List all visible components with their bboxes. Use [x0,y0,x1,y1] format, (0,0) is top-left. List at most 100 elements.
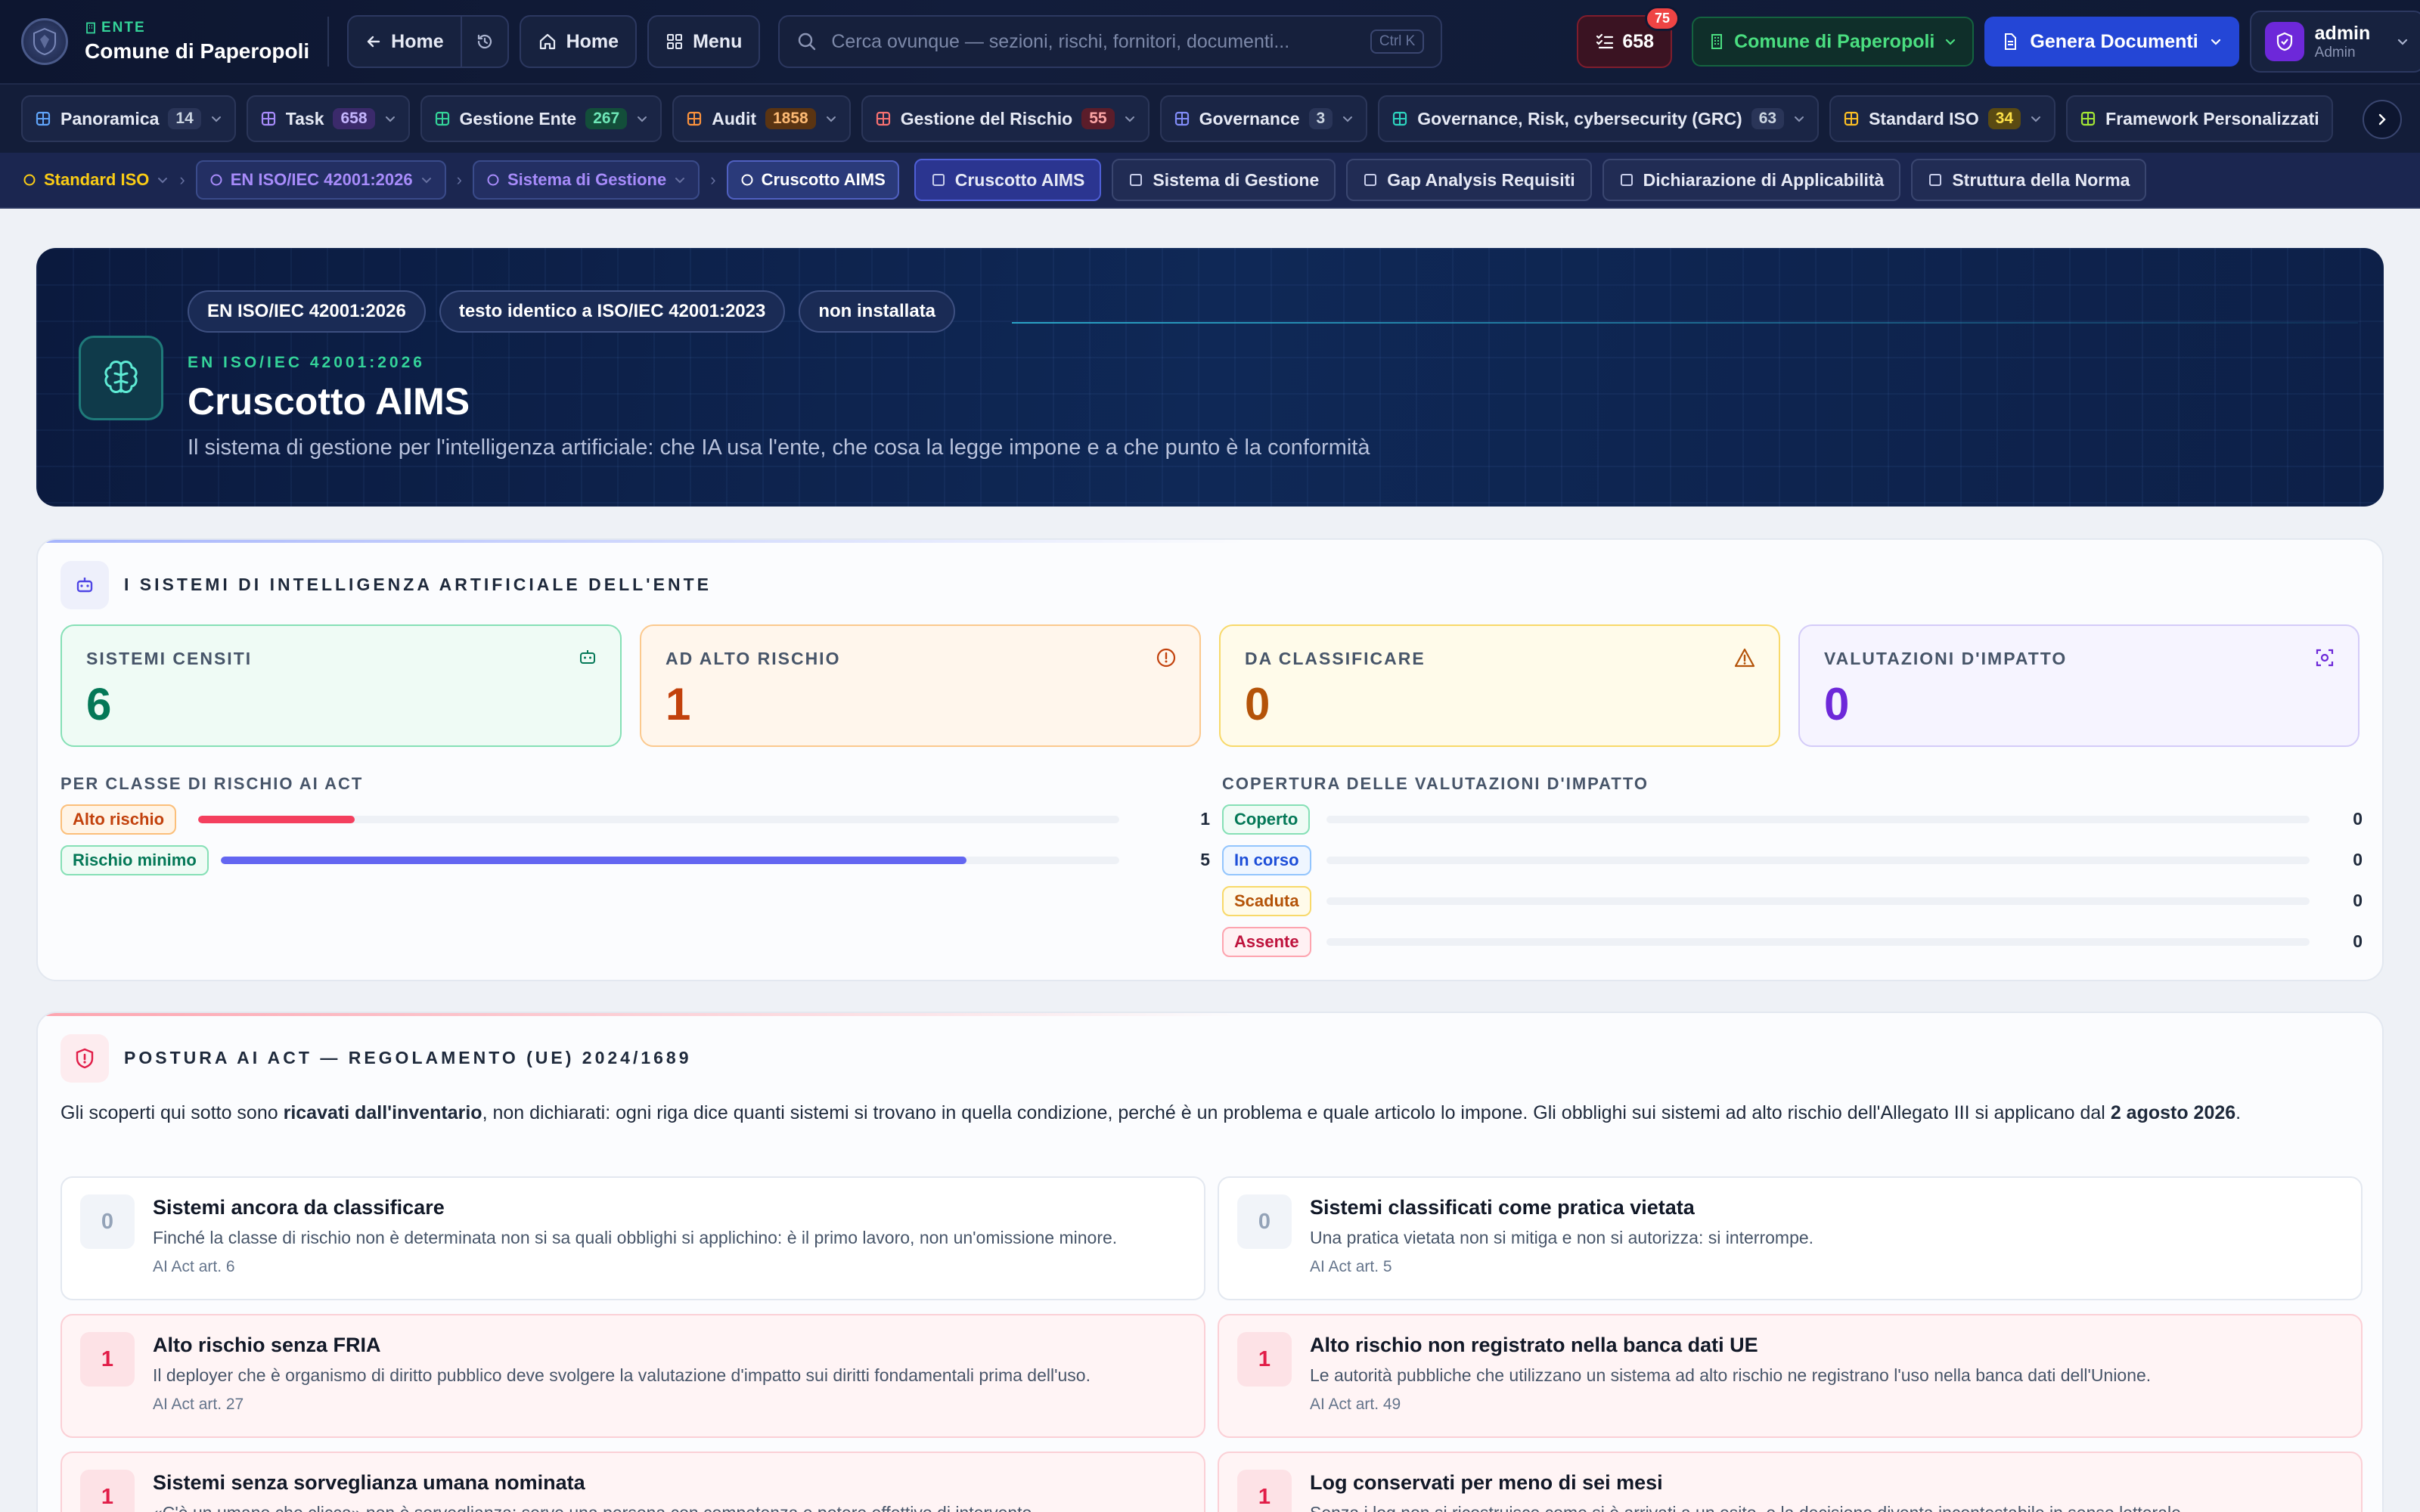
checklist-icon [1596,33,1614,49]
stat-card: SISTEMI CENSITI 6 [60,624,622,747]
comune-selector[interactable]: Comune di Paperopoli [1692,17,1975,67]
chevron-down-icon [1125,116,1134,122]
history-button[interactable] [462,17,507,67]
genera-documenti-button[interactable]: Genera Documenti [1984,17,2239,67]
coverage-count: 0 [2353,891,2363,910]
avatar [2264,22,2304,61]
issue-title: Sistemi ancora da classificare [153,1196,445,1219]
issue-row[interactable]: 1 Sistemi senza sorveglianza umana nomina… [60,1452,1205,1512]
nav-tab-count: 658 [333,108,375,129]
coverage-count: 0 [2353,809,2363,829]
chevron-down-icon [158,178,168,184]
nav-tab-count: 267 [585,108,628,129]
hero-chip: testo identico a ISO/IEC 42001:2023 [439,290,786,333]
chevron-down-icon [421,178,431,184]
issue-title: Sistemi classificati come pratica vietat… [1310,1196,1695,1219]
issue-article: AI Act art. 27 [153,1396,244,1413]
subtab-label: Sistema di Gestione [1153,169,1320,190]
breadcrumb-item[interactable]: Cruscotto AIMS [726,160,899,200]
issue-article: AI Act art. 6 [153,1258,235,1275]
issue-description: Le autorità pubbliche che utilizzano un … [1310,1365,2152,1385]
breadcrumb-separator: › [710,170,716,189]
subtab[interactable]: Gap Analysis Requisiti [1346,159,1592,201]
chevron-down-icon [1946,39,1956,45]
nav-tab-label: Governance, Risk, cybersecurity (GRC) [1417,108,1742,129]
nav-tab[interactable]: Governance, Risk, cybersecurity (GRC) 63 [1378,95,1820,142]
shield-alert-icon [60,1034,109,1083]
arrow-left-icon [367,36,380,48]
chevron-down-icon [385,116,395,122]
divider [327,17,330,67]
coverage-pill: Scaduta [1222,886,1311,916]
nav-tab[interactable]: Framework Personalizzati [2066,95,2333,142]
subtab[interactable]: Struttura della Norma [1911,159,2147,201]
breadcrumb-item[interactable]: EN ISO/IEC 42001:2026 [195,160,446,200]
breadcrumb-item[interactable]: Sistema di Gestione [472,160,700,200]
hero-chips: EN ISO/IEC 42001:2026 testo identico a IS… [188,290,956,333]
nav-tab-label: Standard ISO [1869,108,1979,129]
nav-tab[interactable]: Panoramica 14 [21,95,236,142]
tab-icon [1174,111,1189,126]
issue-row[interactable]: 0 Sistemi ancora da classificare Finché la… [60,1176,1205,1300]
stat-card: VALUTAZIONI D'IMPATTO 0 [1798,624,2360,747]
coverage-bar [1326,938,2310,946]
issue-description: Una pratica vietata non si mitiga e non … [1310,1228,1814,1247]
subtab[interactable]: Cruscotto AIMS [914,159,1102,201]
user-menu[interactable]: admin Admin [2249,11,2420,73]
nav-tab-label: Framework Personalizzati [2105,108,2319,129]
chevron-down-icon [2211,39,2220,45]
nav-tab[interactable]: Task 658 [246,95,410,142]
nav-tab[interactable]: Governance 3 [1159,95,1368,142]
nav-tab-count: 3 [1308,108,1333,129]
subtab-icon [1130,174,1143,186]
nav-tab[interactable]: Standard ISO 34 [1829,95,2056,142]
nav-tab-label: Task [285,108,324,129]
nav-tab[interactable]: Audit 1858 [672,95,851,142]
stat-label: VALUTAZIONI D'IMPATTO [1824,649,2068,668]
nav-tab-count: 1858 [765,108,816,129]
scroll-tabs-right-button[interactable] [2363,100,2402,139]
issue-row[interactable]: 1 Alto rischio senza FRIA Il deployer che … [60,1314,1205,1438]
risk-class-bar-fill [198,816,355,823]
issue-row[interactable]: 1 Log conservati per meno di sei mesi Senz… [1218,1452,2363,1512]
ai-act-posture-card: POSTURA AI ACT — REGOLAMENTO (UE) 2024/1… [36,1012,2384,1512]
history-icon [477,34,492,49]
search-icon [799,33,816,51]
search-input[interactable]: Cerca ovunque — sezioni, rischi, fornito… [778,15,1443,68]
chevron-right-icon [2378,113,2386,125]
nav-tab-count: 14 [168,108,201,129]
risk-class-title: PER CLASSE DI RISCHIO AI ACT [60,774,364,793]
menu-button[interactable]: Menu [647,15,761,68]
nav-tab-label: Gestione Ente [459,108,577,129]
breadcrumb-item[interactable]: Standard ISO [23,170,169,190]
risk-class-pill: Rischio minimo [60,845,209,875]
ai-systems-card: I SISTEMI DI INTELLIGENZA ARTIFICIALE DE… [36,538,2384,981]
comune-selector-label: Comune di Paperopoli [1734,30,1935,52]
nav-tab[interactable]: Gestione Ente 267 [420,95,662,142]
hero-accent-line [1012,322,2358,324]
risk-class-pill: Alto rischio [60,804,177,835]
issue-row[interactable]: 0 Sistemi classificati come pratica vieta… [1218,1176,2363,1300]
search-shortcut: Ctrl K [1370,29,1425,54]
back-home-button[interactable]: Home [349,17,462,67]
issue-row[interactable]: 1 Alto rischio non registrato nella banca… [1218,1314,2363,1438]
breadcrumb-label: Sistema di Gestione [507,170,667,189]
nav-tab-label: Gestione del Rischio [900,108,1073,129]
desc-emphasis: ricavati dall'inventario [283,1102,482,1123]
nav-tab-label: Governance [1199,108,1300,129]
nav-tab[interactable]: Gestione del Rischio 55 [861,95,1150,142]
issue-count: 1 [80,1332,135,1387]
subtab[interactable]: Sistema di Gestione [1112,159,1336,201]
coverage-title: COPERTURA DELLE VALUTAZIONI D'IMPATTO [1222,774,1649,793]
subtab[interactable]: Dichiarazione di Applicabilità [1602,159,1901,201]
robot-icon [60,561,109,609]
subtab-icon [1620,174,1633,186]
subtab-icon [932,174,945,186]
home-button[interactable]: Home [519,15,638,68]
ente-name: Comune di Paperopoli [85,39,310,63]
tasks-button[interactable]: 658 75 [1577,6,1680,68]
search-placeholder: Cerca ovunque — sezioni, rischi, fornito… [831,30,1290,52]
scan-icon [2314,647,2335,672]
issue-description: Senza i log non si ricostruisce come si … [1310,1503,2186,1512]
issue-count: 1 [1237,1470,1292,1512]
